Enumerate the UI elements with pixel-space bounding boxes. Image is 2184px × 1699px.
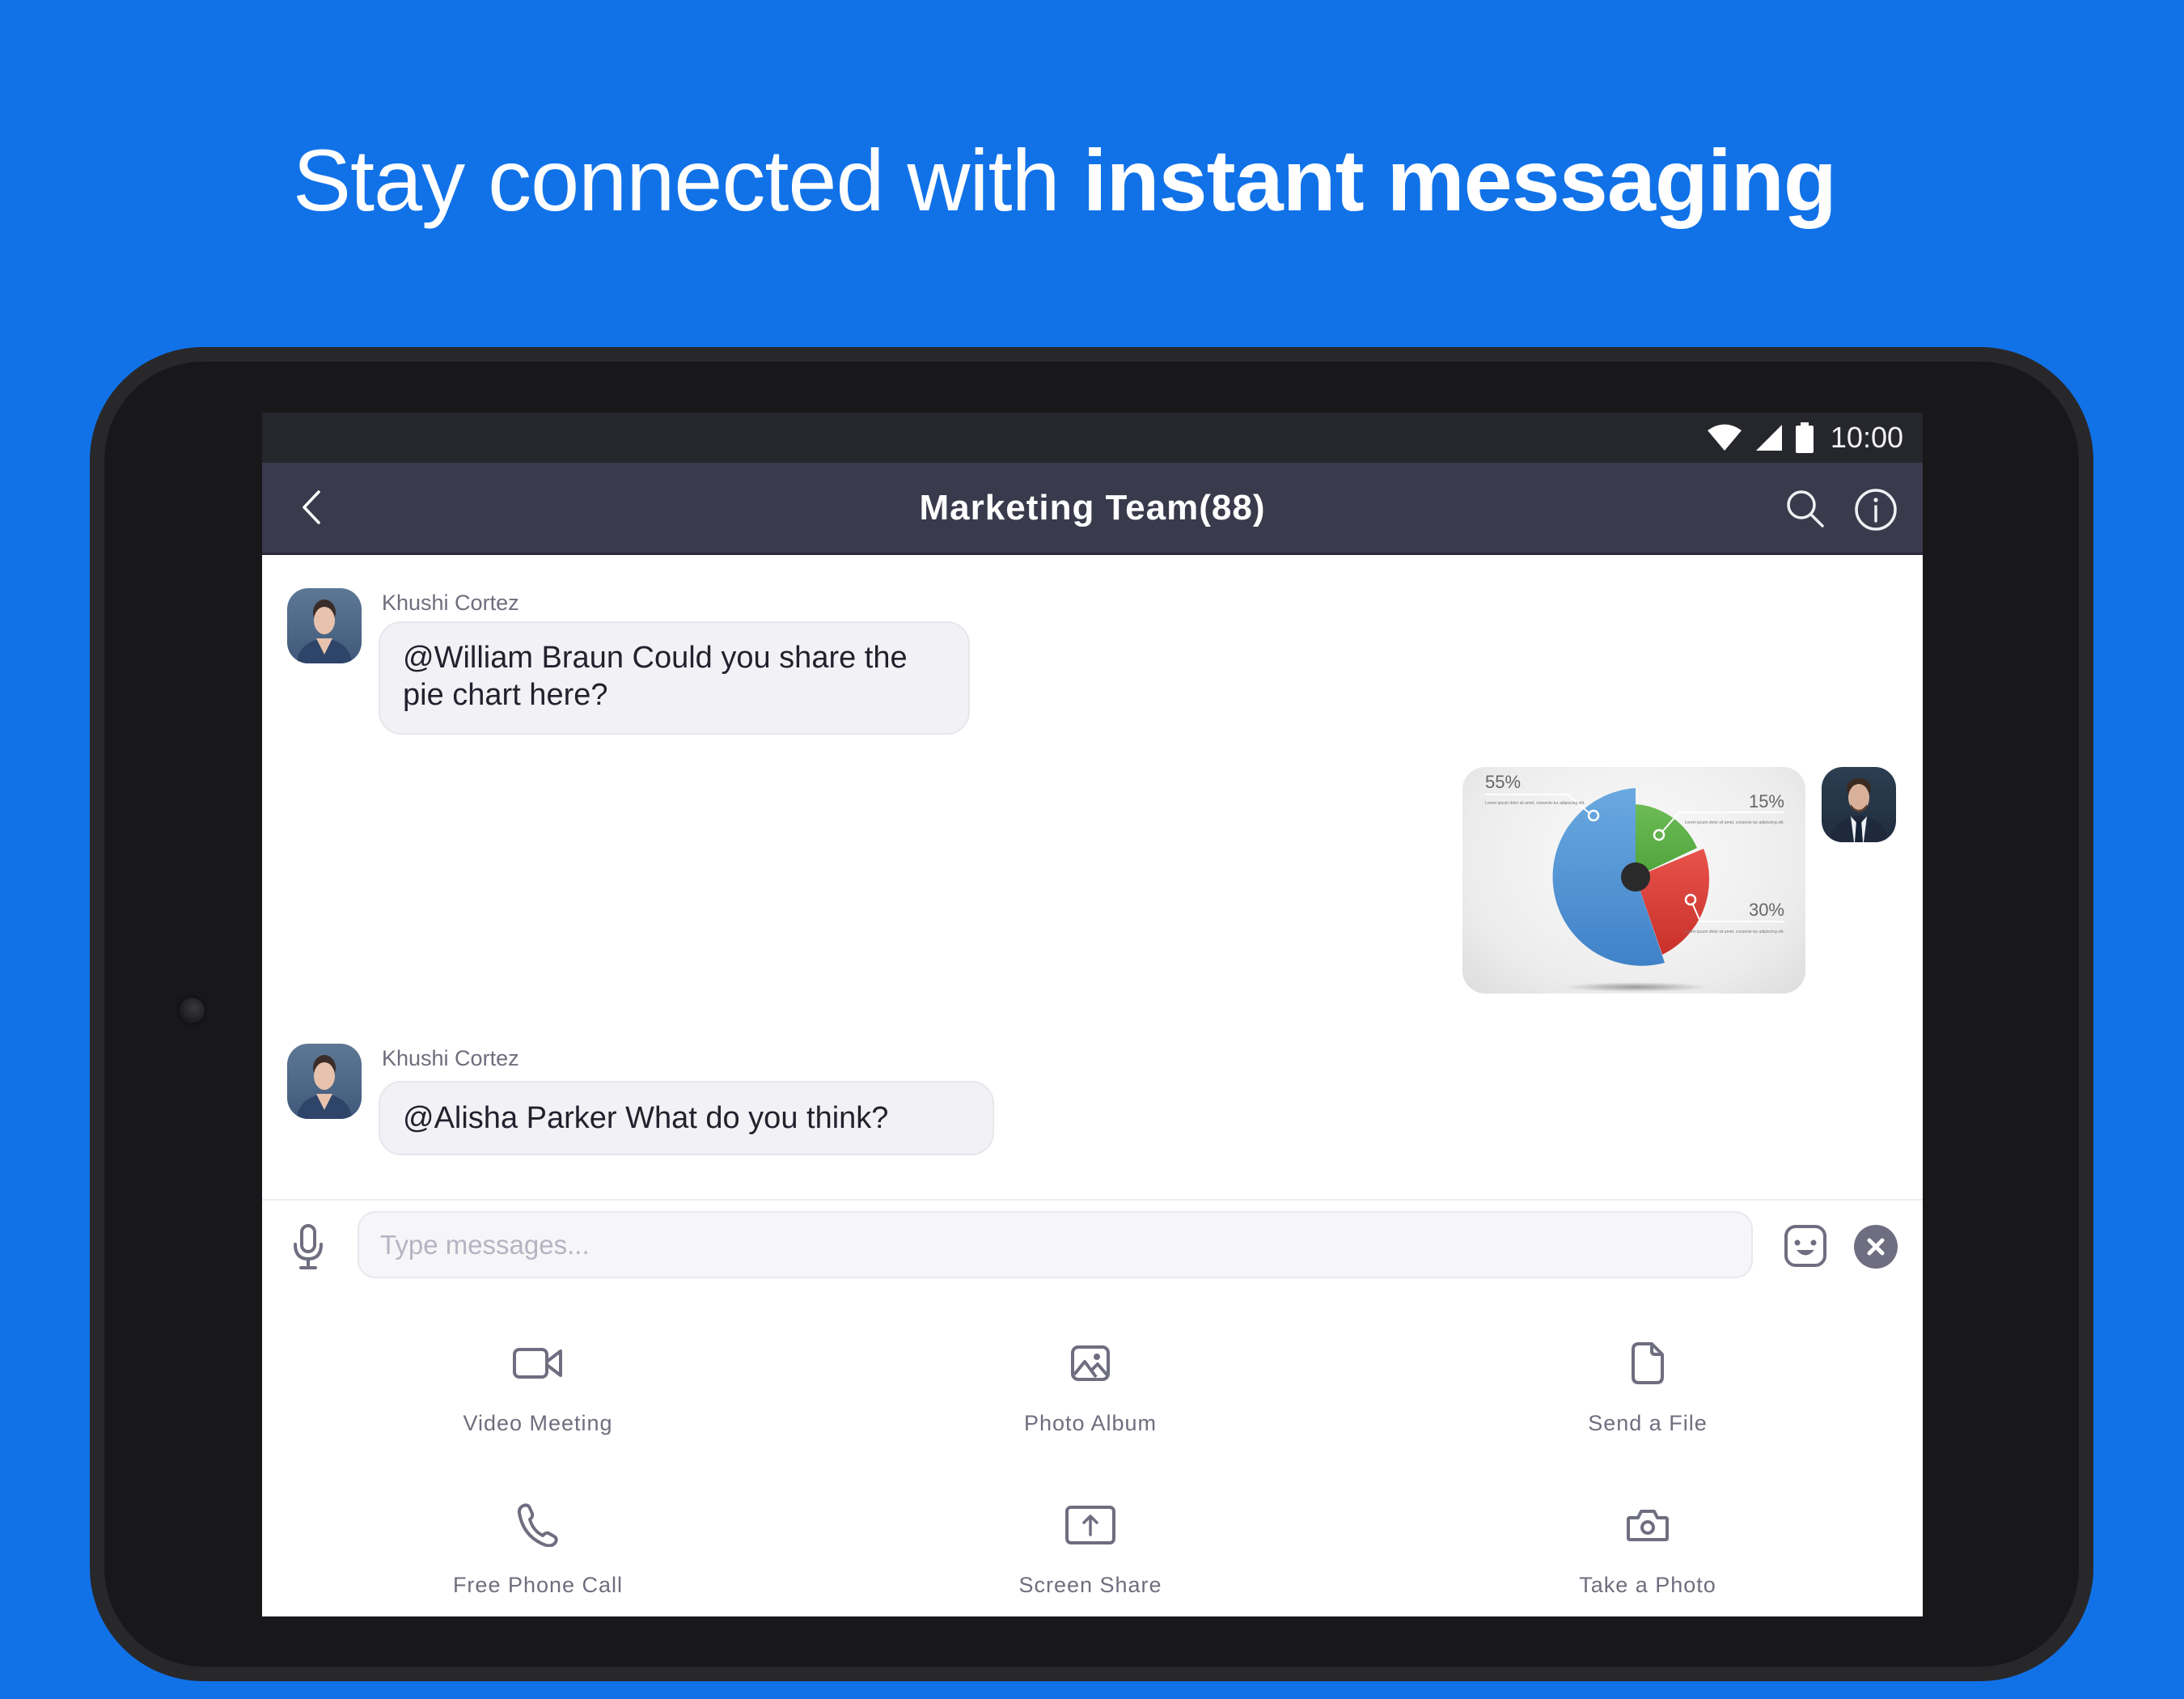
chat-header: Marketing Team(88) xyxy=(262,463,1923,555)
pie-caption-55: Lorem ipsum dolor sit amet, consecte-tur… xyxy=(1485,801,1585,806)
action-label: Video Meeting xyxy=(463,1411,613,1435)
video-camera-icon xyxy=(513,1348,562,1379)
send-file-button[interactable]: Send a File xyxy=(1445,1335,1850,1436)
headline-regular: Stay connected with xyxy=(293,131,1083,229)
message-bubble[interactable]: @William Braun Could you share the pie c… xyxy=(379,621,970,735)
microphone-button[interactable] xyxy=(293,1223,324,1270)
status-time: 10:00 xyxy=(1830,421,1903,454)
pie-caption-30: Lorem ipsum dolor sit amet, consecte-tur… xyxy=(1685,930,1784,934)
avatar-khushi-cortez[interactable] xyxy=(287,588,362,663)
camera-icon xyxy=(1627,1510,1669,1541)
pie-label-55: 55% xyxy=(1485,772,1521,792)
file-icon xyxy=(1632,1342,1664,1384)
headline: Stay connected with instant messaging xyxy=(293,128,1837,233)
chat-title: Marketing Team(88) xyxy=(919,488,1266,527)
status-bar: 10:00 xyxy=(262,413,1923,463)
close-panel-button[interactable] xyxy=(1853,1224,1898,1269)
message-sender: Khushi Cortez xyxy=(382,1046,519,1070)
action-label: Take a Photo xyxy=(1579,1573,1716,1597)
info-button[interactable] xyxy=(1853,487,1898,532)
person-female-icon xyxy=(297,600,352,663)
pie-label-15: 15% xyxy=(1749,791,1784,811)
battery-icon xyxy=(1795,422,1814,453)
screen-share-icon xyxy=(1065,1506,1115,1544)
action-label: Free Phone Call xyxy=(452,1573,624,1597)
pie-chart-image: 55% 15% 30% Lorem ipsum dolor sit amet, … xyxy=(1485,772,1784,992)
action-label: Screen Share xyxy=(1018,1573,1162,1597)
video-meeting-button[interactable]: Video Meeting xyxy=(336,1335,740,1436)
message-input[interactable] xyxy=(358,1211,1753,1278)
pie-label-30: 30% xyxy=(1749,900,1784,920)
avatar-william-braun[interactable] xyxy=(1822,767,1896,842)
action-label: Send a File xyxy=(1588,1411,1708,1435)
headline-bold: instant messaging xyxy=(1082,131,1837,229)
take-photo-button[interactable]: Take a Photo xyxy=(1445,1497,1850,1598)
person-male-icon xyxy=(1830,778,1888,842)
signal-icon xyxy=(1755,425,1782,451)
phone-icon xyxy=(517,1503,558,1547)
message-sender: Khushi Cortez xyxy=(382,591,519,615)
composer-divider xyxy=(262,1199,1923,1201)
wifi-icon xyxy=(1707,424,1742,451)
free-phone-call-button[interactable]: Free Phone Call xyxy=(336,1497,740,1598)
photo-album-button[interactable]: Photo Album xyxy=(888,1335,1293,1436)
person-female-icon xyxy=(297,1055,352,1119)
avatar-khushi-cortez[interactable] xyxy=(287,1044,362,1119)
app-screen: 10:00 Marketing Team(88) Khushi Cortez @… xyxy=(262,413,1923,1616)
photo-icon xyxy=(1071,1345,1110,1381)
emoji-button[interactable] xyxy=(1783,1223,1828,1269)
search-button[interactable] xyxy=(1785,489,1826,529)
screen-share-button[interactable]: Screen Share xyxy=(888,1497,1293,1598)
message-bubble[interactable]: @Alisha Parker What do you think? xyxy=(379,1081,994,1155)
back-button[interactable] xyxy=(298,489,330,526)
pie-caption-15: Lorem ipsum dolor sit amet, consecte-tur… xyxy=(1685,820,1784,825)
image-message-pie-chart[interactable]: 55% 15% 30% Lorem ipsum dolor sit amet, … xyxy=(1462,767,1805,994)
tablet-camera xyxy=(179,998,205,1023)
action-label: Photo Album xyxy=(1023,1411,1158,1435)
